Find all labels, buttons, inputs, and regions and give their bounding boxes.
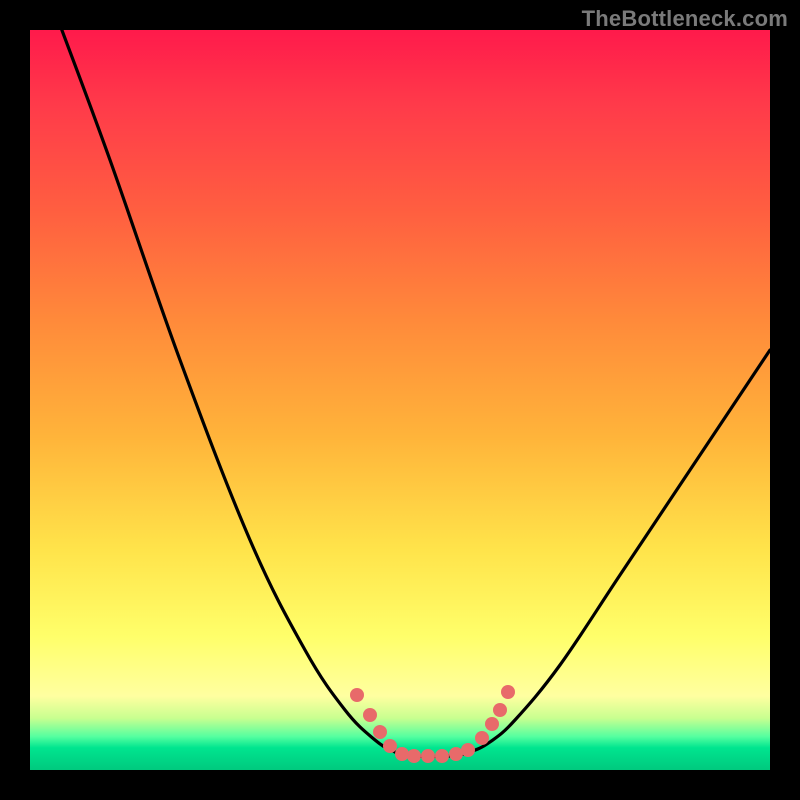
curve-marker — [363, 708, 377, 722]
curve-marker — [421, 749, 435, 763]
curve-marker — [350, 688, 364, 702]
chart-plot-area — [30, 30, 770, 770]
curve-marker — [373, 725, 387, 739]
curve-marker — [493, 703, 507, 717]
watermark-text: TheBottleneck.com — [582, 6, 788, 32]
curve-marker — [475, 731, 489, 745]
curve-marker — [435, 749, 449, 763]
curve-marker — [461, 743, 475, 757]
curve-marker — [449, 747, 463, 761]
curve-marker — [383, 739, 397, 753]
bottleneck-curve — [60, 30, 770, 757]
bottleneck-chart-svg — [30, 30, 770, 770]
curve-marker — [501, 685, 515, 699]
curve-marker — [485, 717, 499, 731]
curve-marker — [395, 747, 409, 761]
curve-marker — [407, 749, 421, 763]
curve-markers — [350, 685, 515, 763]
